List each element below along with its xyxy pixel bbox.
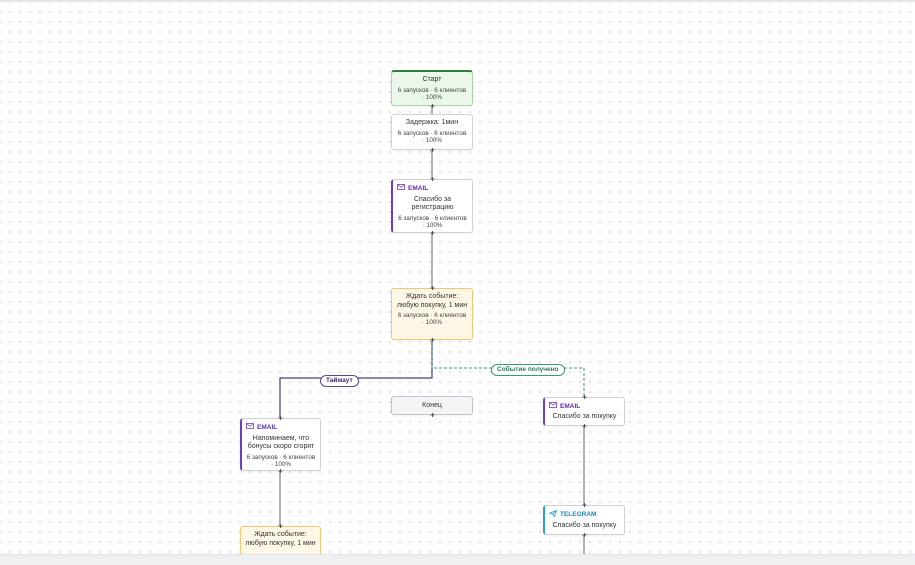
send-icon	[548, 509, 558, 521]
node-stats: 6 запусков · 6 клиентов · 100%	[397, 129, 467, 144]
node-wait-event[interactable]: Ждать событие: любую покупку, 1 мин 6 за…	[391, 288, 473, 340]
node-stats: 6 запусков · 6 клиентов · 100%	[397, 312, 467, 326]
node-email-registration[interactable]: EMAIL Спасибо за регистрацию 6 запусков …	[391, 179, 473, 233]
port-handle[interactable]	[278, 469, 282, 473]
port-handle[interactable]	[430, 286, 434, 290]
mail-icon	[549, 402, 557, 412]
node-stats: 6 запусков · 6 клиентов · 100%	[398, 214, 467, 229]
channel-header: EMAIL	[549, 402, 620, 412]
channel-header: EMAIL	[246, 423, 316, 433]
port-handle[interactable]	[582, 395, 586, 399]
node-title: Спасибо за покупку	[552, 412, 617, 420]
edge-label-timeout: Таймаут	[320, 375, 359, 387]
node-start[interactable]: Старт 6 запусков · 6 клиентов · 100%	[391, 70, 473, 106]
port-handle[interactable]	[430, 104, 434, 108]
channel-label: EMAIL	[408, 184, 429, 192]
node-delay[interactable]: Задержка: 1мин 6 запусков · 6 клиентов ·…	[391, 114, 473, 150]
node-title: Напоминаем, что бонусы скоро сгорят	[247, 434, 315, 451]
port-handle[interactable]	[430, 338, 434, 342]
port-handle[interactable]	[430, 148, 434, 152]
node-title: Задержка: 1мин	[405, 119, 459, 126]
node-title: Ждать событие: любую покупку, 1 мин	[396, 293, 468, 309]
channel-label: EMAIL	[257, 423, 278, 431]
channel-header: EMAIL	[397, 184, 468, 194]
node-title: Конец	[422, 402, 442, 409]
port-handle[interactable]	[278, 416, 282, 420]
port-handle[interactable]	[430, 231, 434, 235]
port-handle[interactable]	[430, 413, 434, 417]
node-telegram-purchase[interactable]: TELEGRAM Спасибо за покупку	[543, 505, 625, 535]
port-handle[interactable]	[582, 533, 586, 537]
node-stats: 6 запусков · 6 клиентов · 100%	[246, 453, 316, 468]
mail-icon	[397, 184, 405, 194]
node-email-bonus[interactable]: EMAIL Напоминаем, что бонусы скоро сгоря…	[240, 418, 321, 471]
channel-header: TELEGRAM	[548, 509, 620, 521]
node-title: Спасибо за регистрацию	[411, 195, 454, 212]
channel-label: EMAIL	[560, 402, 581, 410]
node-title: Старт	[422, 76, 442, 83]
node-title: Спасибо за покупку	[552, 521, 617, 529]
channel-label: TELEGRAM	[560, 511, 597, 518]
node-email-purchase[interactable]: EMAIL Спасибо за покупку	[543, 397, 625, 426]
bottom-bar	[0, 554, 915, 565]
edge-label-event: Событие получено	[491, 364, 565, 376]
port-handle[interactable]	[582, 424, 586, 428]
port-handle[interactable]	[278, 524, 282, 528]
port-handle[interactable]	[582, 503, 586, 507]
mail-icon	[246, 423, 254, 433]
node-stats: 6 запусков · 6 клиентов · 100%	[397, 86, 467, 101]
node-title: Ждать событие: любую покупку, 1 мин	[245, 531, 316, 547]
port-handle[interactable]	[430, 177, 434, 181]
